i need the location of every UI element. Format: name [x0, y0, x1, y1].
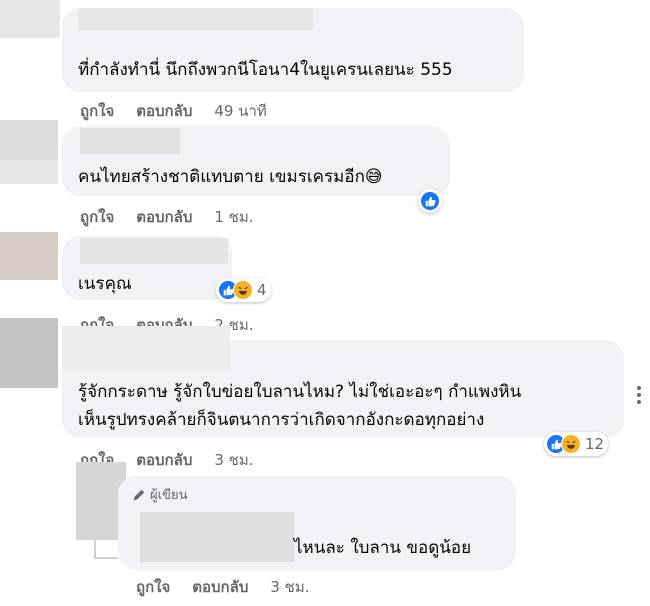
comment-text: ที่กำลังทำนี่ นึกถึงพวกนีโอนา4ในยูเครนเล… [78, 60, 453, 80]
commenter-name-blurred[interactable] [62, 326, 230, 370]
commenter-name-blurred[interactable] [80, 128, 180, 154]
reply-actions: ถูกใจ ตอบกลับ 3 ชม. [136, 575, 310, 599]
reaction-count: 12 [585, 435, 605, 453]
reply-text: ไหนละ ใบลาน ขอดูน้อย [294, 538, 472, 558]
comment-text: คนไทยสร้างชาติแทบตาย เขมรเครมอีก😅 [78, 167, 383, 187]
commenter-name-blurred[interactable] [80, 238, 228, 264]
reaction-count: 4 [257, 281, 267, 299]
comment-text: เนรคุณ [78, 274, 132, 294]
avatar-blurred[interactable] [0, 120, 58, 160]
avatar-blurred[interactable] [0, 232, 58, 280]
like-button[interactable]: ถูกใจ [80, 205, 114, 229]
more-options-icon[interactable] [636, 384, 642, 406]
comment-text-line2: เห็นรูปทรงคล้ายก็จินตนาการว่าเกิดจากอังก… [78, 410, 485, 430]
comment-timestamp[interactable]: 49 นาที [214, 99, 266, 123]
comment-timestamp[interactable]: 1 ชม. [214, 205, 253, 229]
avatar-blurred[interactable] [0, 318, 58, 388]
comment-text-line1: รู้จักกระดาษ รู้จักใบข่อยใบลานไหม? ไม่ใช… [78, 382, 522, 402]
reaction-summary[interactable]: 4 [216, 278, 271, 302]
comment-actions: ถูกใจ ตอบกลับ 49 นาที [80, 99, 267, 123]
like-button[interactable]: ถูกใจ [136, 575, 170, 599]
reply-button[interactable]: ตอบกลับ [136, 448, 192, 472]
author-pen-icon [133, 489, 145, 500]
reply-button[interactable]: ตอบกลับ [192, 575, 248, 599]
reply-thread-connector [94, 557, 118, 559]
like-button[interactable]: ถูกใจ [80, 99, 114, 123]
haha-reaction-icon [233, 280, 253, 300]
avatar-blurred[interactable] [0, 0, 60, 38]
replier-name-blurred[interactable] [140, 512, 294, 562]
author-badge-label: ผู้เขียน [150, 488, 188, 503]
reply-timestamp[interactable]: 3 ชม. [270, 575, 309, 599]
reply-button[interactable]: ตอบกลับ [136, 205, 192, 229]
commenter-name-blurred[interactable] [78, 8, 313, 30]
like-reaction-icon [420, 191, 440, 211]
reply-button[interactable]: ตอบกลับ [136, 99, 192, 123]
avatar-blurred-extra [0, 160, 58, 184]
author-badge: ผู้เขียน [132, 484, 187, 505]
comment-timestamp[interactable]: 3 ชม. [214, 448, 253, 472]
haha-reaction-icon [561, 434, 581, 454]
reaction-summary[interactable] [418, 189, 442, 213]
reaction-summary[interactable]: 12 [544, 432, 609, 456]
comment-actions: ถูกใจ ตอบกลับ 1 ชม. [80, 205, 254, 229]
